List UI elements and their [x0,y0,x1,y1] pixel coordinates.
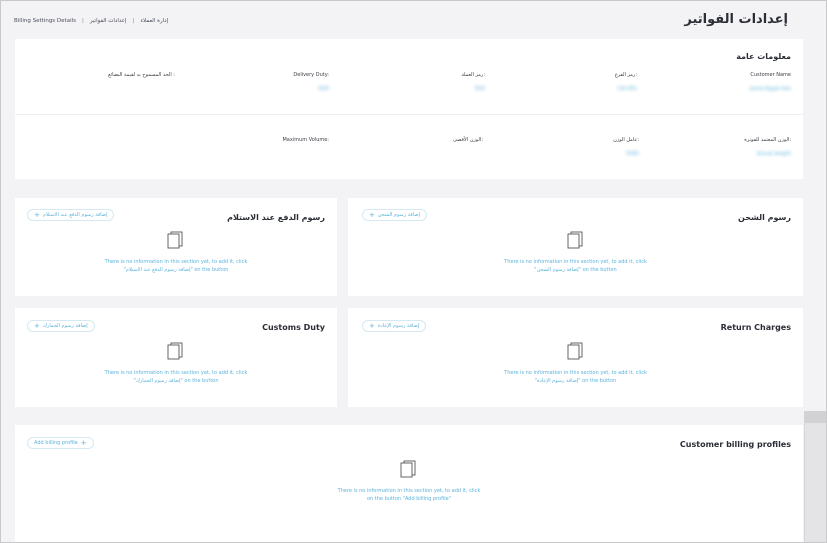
document-icon [167,231,183,249]
return-charges-card: Return Charges + إضافة رسوم الإعادة Ther… [348,308,803,407]
empty-state-text: There is no information in this section … [15,258,337,274]
add-return-charges-button[interactable]: + إضافة رسوم الإعادة [362,320,427,332]
cod-charges-title: رسوم الدفع عند الاستلام [227,213,325,222]
empty-state-text: There is no information in this section … [348,258,803,274]
breadcrumb-item-details[interactable]: Billing Settings Details [14,18,76,24]
breadcrumb-item-customer-management[interactable]: إدارة العملاء [140,18,168,24]
plus-icon: + [369,321,375,330]
empty-line-2: "إضافة رسوم الشحن" on the button [534,267,617,273]
field-label: Delivery Duty: [293,72,329,78]
add-customs-duty-label: إضافة رسوم الجمارك [42,323,88,329]
add-billing-profile-label: Add billing profile [34,440,78,446]
empty-line-1: There is no information in this section … [504,259,647,265]
field-value: Actual weight [756,151,791,157]
field-delivery-duty: Delivery Duty: DDP [293,72,329,92]
field-value: CAI-001 [617,86,637,92]
plus-icon: + [34,210,40,219]
empty-line-1: There is no information in this section … [337,488,481,494]
field-billing-weight: الوزن المعتمد للفوترة: Actual weight [744,137,791,157]
field-label: Maximum Volume: [282,137,329,143]
customs-duty-card: Customs Duty + إضافة رسوم الجمارك There … [15,308,337,407]
field-label: عامل الوزن: [613,137,639,143]
shipping-charges-card: رسوم الشحن + إضافة رسوم الشحن There is n… [348,198,803,296]
document-icon [400,460,416,478]
divider [15,114,803,115]
add-return-charges-label: إضافة رسوم الإعادة [377,323,420,329]
customer-billing-profiles-title: Customer billing profiles [679,440,791,449]
add-cod-charges-button[interactable]: + إضافة رسوم الدفع عند الاستلام [27,209,115,221]
document-icon [167,342,183,360]
field-currency-code: رمز العملة: EGP [461,72,485,92]
field-branch-code: رمز الفرع: CAI-001 [615,72,637,92]
add-shipping-charges-button[interactable]: + إضافة رسوم الشحن [362,209,427,221]
field-max-weight: الوزن الأقصى: [453,137,483,151]
breadcrumb: Billing Settings Details | إعدادات الفوا… [14,18,168,24]
plus-icon: + [34,321,40,330]
empty-line-2: on the button "Add billing profile" [366,496,452,502]
field-label: الوزن المعتمد للفوترة: [744,137,791,143]
general-info-card: معلومات عامة Customer Name Jumia Egypt t… [15,39,803,179]
add-shipping-charges-label: إضافة رسوم الشحن [377,212,420,218]
scrollbar-track[interactable] [804,411,826,542]
field-label: رمز العملة: [461,72,485,78]
field-value: 5000 [626,151,639,157]
field-label: Customer Name [750,72,791,78]
add-billing-profile-button[interactable]: Add billing profile + [27,437,94,449]
empty-line-2: "إضافة رسوم الدفع عند الاستلام" on the b… [123,267,229,273]
customer-billing-profiles-card: Customer billing profiles Add billing pr… [15,425,803,542]
field-value: Jumia Egypt test [749,86,791,92]
plus-icon: + [80,438,87,447]
empty-state-text: There is no information in this section … [348,369,803,385]
add-cod-charges-label: إضافة رسوم الدفع عند الاستلام [42,212,108,218]
empty-line-1: There is no information in this section … [104,370,248,376]
field-goods-value-limit: الحد المسموح به لقيمة البضائع : [108,72,175,86]
return-charges-title: Return Charges [720,323,791,332]
add-customs-duty-button[interactable]: + إضافة رسوم الجمارك [27,320,95,332]
shipping-charges-title: رسوم الشحن [738,213,791,222]
empty-line-2: "إضافة رسوم الجمارك" on the button [133,378,219,384]
field-label: الحد المسموح به لقيمة البضائع : [108,72,175,78]
empty-line-1: There is no information in this section … [504,370,647,376]
document-icon [567,342,583,360]
document-icon [567,231,583,249]
breadcrumb-separator: | [82,18,84,24]
customs-duty-title: Customs Duty [262,323,325,332]
empty-line-2: "إضافة رسوم الإعادة" on the button [534,378,617,384]
cod-charges-card: رسوم الدفع عند الاستلام + إضافة رسوم الد… [15,198,337,296]
empty-state-text: There is no information in this section … [15,369,337,385]
field-label: رمز الفرع: [614,72,637,78]
breadcrumb-item-billing-settings[interactable]: إعدادات الفواتير [90,18,127,24]
field-max-volume: Maximum Volume: [282,137,329,151]
field-value: EGP [474,86,485,92]
field-weight-factor: عامل الوزن: 5000 [613,137,639,157]
scrollbar-thumb[interactable] [804,411,826,423]
field-label: الوزن الأقصى: [453,137,483,143]
plus-icon: + [369,210,375,219]
field-value: DDP [318,86,329,92]
empty-state-text: There is no information in this section … [15,487,803,503]
general-info-title: معلومات عامة [736,52,791,61]
billing-settings-page: Billing Settings Details | إعدادات الفوا… [0,0,827,543]
breadcrumb-separator: | [132,18,135,24]
page-header: Billing Settings Details | إعدادات الفوا… [1,1,826,39]
field-customer-name: Customer Name Jumia Egypt test [750,72,791,92]
page-title: إعدادات الفواتير [684,12,788,27]
empty-line-1: There is no information in this section … [104,259,248,265]
